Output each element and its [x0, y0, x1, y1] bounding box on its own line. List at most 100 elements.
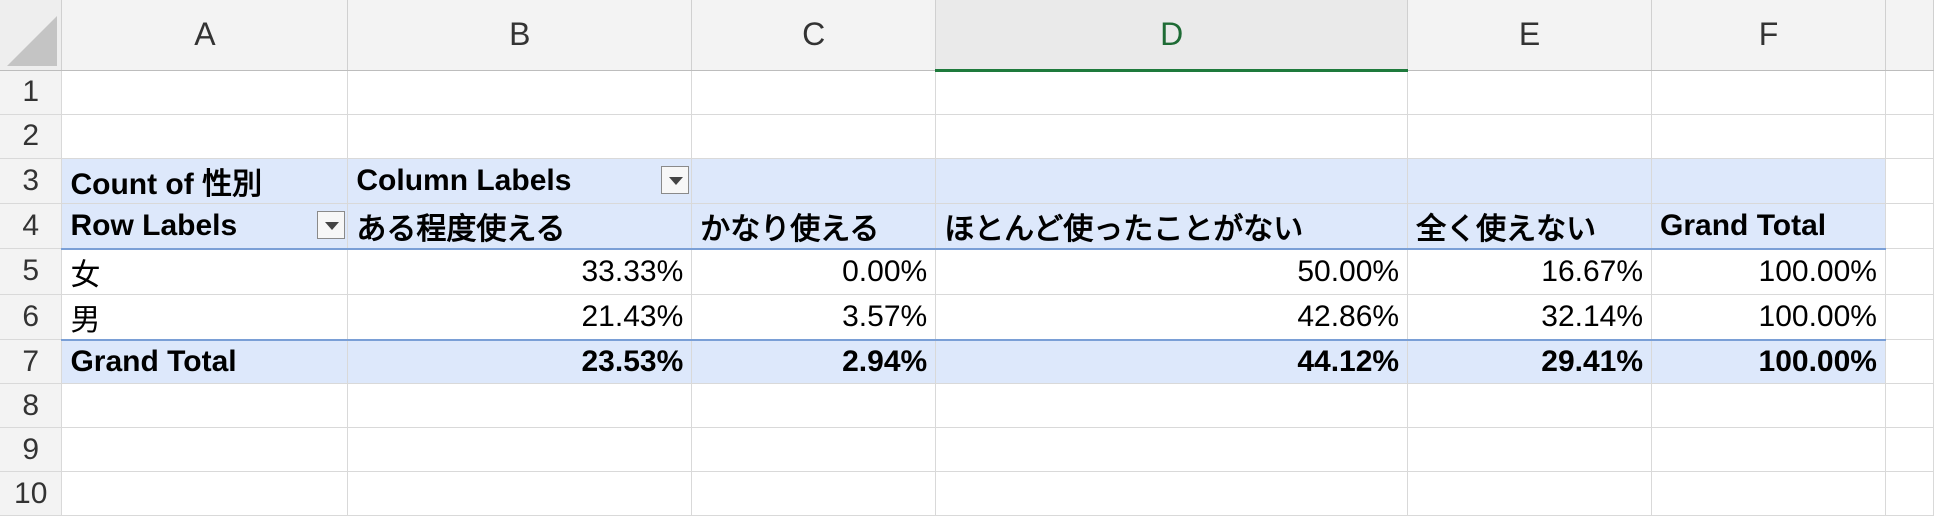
cell[interactable]: [347, 427, 693, 472]
cell[interactable]: [1885, 158, 1934, 204]
cell[interactable]: [1651, 70, 1886, 115]
cell[interactable]: [1407, 383, 1653, 428]
cell[interactable]: [1885, 203, 1934, 249]
cell[interactable]: [691, 471, 937, 516]
pivot-column-header[interactable]: ほとんど使ったことがない: [935, 203, 1409, 249]
column-header-d[interactable]: D: [935, 0, 1409, 72]
cell[interactable]: [691, 158, 937, 204]
pivot-column-header[interactable]: ある程度使える: [347, 203, 693, 249]
row-number[interactable]: 9: [0, 427, 63, 472]
pivot-value[interactable]: 0.00%: [691, 247, 937, 295]
pivot-row-label[interactable]: 女: [61, 247, 349, 295]
cell[interactable]: [1407, 427, 1653, 472]
row-number[interactable]: 7: [0, 339, 63, 384]
pivot-row-labels-cell[interactable]: Row Labels: [61, 203, 349, 249]
pivot-column-header[interactable]: Grand Total: [1651, 203, 1886, 249]
column-header-a[interactable]: A: [61, 0, 349, 71]
cell[interactable]: [347, 471, 693, 516]
sheet-row: 9: [0, 427, 1934, 472]
grand-total-value[interactable]: 44.12%: [935, 338, 1409, 384]
grand-total-value[interactable]: 100.00%: [1651, 338, 1886, 384]
pivot-value-field[interactable]: Count of 性別: [61, 158, 349, 204]
pivot-column-labels-cell[interactable]: Column Labels: [347, 158, 693, 204]
cell[interactable]: [61, 471, 349, 516]
cell[interactable]: [935, 471, 1409, 516]
cell[interactable]: [1885, 294, 1934, 340]
pivot-value[interactable]: 33.33%: [347, 247, 693, 295]
column-labels-filter-icon[interactable]: [661, 165, 690, 194]
pivot-value[interactable]: 42.86%: [935, 294, 1409, 340]
sheet-row: 4 Row Labels ある程度使える かなり使える ほとんど使ったことがない…: [0, 203, 1934, 249]
grand-total-value[interactable]: 23.53%: [347, 338, 693, 384]
pivot-value[interactable]: 50.00%: [935, 247, 1409, 295]
row-number[interactable]: 1: [0, 70, 63, 115]
row-number[interactable]: 3: [0, 158, 63, 204]
cell[interactable]: [1651, 471, 1886, 516]
pivot-value[interactable]: 21.43%: [347, 294, 693, 340]
cell[interactable]: [1407, 114, 1653, 159]
cell[interactable]: [1651, 158, 1886, 204]
pivot-row-labels: Row Labels: [70, 208, 238, 242]
cell[interactable]: [347, 70, 693, 115]
cell[interactable]: [61, 383, 349, 428]
sheet-row: 2: [0, 114, 1934, 159]
row-number[interactable]: 10: [0, 471, 63, 516]
cell[interactable]: [1885, 471, 1934, 516]
cell[interactable]: [1651, 383, 1886, 428]
sheet-row: 3 Count of 性別 Column Labels: [0, 158, 1934, 204]
column-header-c[interactable]: C: [691, 0, 937, 71]
pivot-value[interactable]: 3.57%: [691, 294, 937, 340]
cell[interactable]: [347, 114, 693, 159]
pivot-value[interactable]: 32.14%: [1407, 294, 1653, 340]
cell[interactable]: [691, 114, 937, 159]
cell[interactable]: [1885, 383, 1934, 428]
row-number[interactable]: 4: [0, 203, 63, 249]
cell[interactable]: [691, 427, 937, 472]
cell[interactable]: [1885, 339, 1934, 384]
cell[interactable]: [61, 114, 349, 159]
pivot-value[interactable]: 100.00%: [1651, 247, 1886, 295]
select-all-icon: [7, 15, 58, 66]
column-header-b[interactable]: B: [347, 0, 693, 71]
cell[interactable]: [1407, 471, 1653, 516]
cell[interactable]: [935, 383, 1409, 428]
column-header-f[interactable]: F: [1651, 0, 1886, 71]
row-number[interactable]: 5: [0, 248, 63, 295]
cell[interactable]: [691, 383, 937, 428]
pivot-column-labels: Column Labels: [356, 163, 572, 197]
cell[interactable]: [691, 70, 937, 115]
cell[interactable]: [61, 70, 349, 115]
cell[interactable]: [1651, 114, 1886, 159]
select-all-corner[interactable]: [0, 0, 63, 71]
sheet-row: 10: [0, 471, 1934, 516]
cell[interactable]: [1885, 70, 1934, 115]
cell[interactable]: [1885, 248, 1934, 295]
cell[interactable]: [935, 114, 1409, 159]
cell[interactable]: [1885, 427, 1934, 472]
row-number[interactable]: 6: [0, 294, 63, 340]
pivot-column-header[interactable]: 全く使えない: [1407, 203, 1653, 249]
cell[interactable]: [61, 427, 349, 472]
row-number[interactable]: 2: [0, 114, 63, 159]
grand-total-value[interactable]: 2.94%: [691, 338, 937, 384]
cell[interactable]: [1407, 158, 1653, 204]
pivot-value[interactable]: 16.67%: [1407, 247, 1653, 295]
row-number[interactable]: 8: [0, 383, 63, 428]
cell[interactable]: [1651, 427, 1886, 472]
column-header-e[interactable]: E: [1407, 0, 1653, 71]
pivot-column-header[interactable]: かなり使える: [691, 203, 937, 249]
column-header-g[interactable]: [1885, 0, 1934, 71]
grand-total-label[interactable]: Grand Total: [61, 338, 349, 384]
cell[interactable]: [935, 427, 1409, 472]
cell[interactable]: [935, 158, 1409, 204]
cell[interactable]: [1407, 70, 1653, 115]
cell[interactable]: [1885, 114, 1934, 159]
cell[interactable]: [347, 383, 693, 428]
cell[interactable]: [935, 70, 1409, 115]
column-header-row: A B C D E F: [0, 0, 1934, 72]
pivot-row-label[interactable]: 男: [61, 294, 349, 340]
row-labels-filter-icon[interactable]: [317, 210, 346, 239]
pivot-grand-total-row: 7 Grand Total 23.53% 2.94% 44.12% 29.41%…: [0, 338, 1934, 384]
pivot-value[interactable]: 100.00%: [1651, 294, 1886, 340]
grand-total-value[interactable]: 29.41%: [1407, 338, 1653, 384]
